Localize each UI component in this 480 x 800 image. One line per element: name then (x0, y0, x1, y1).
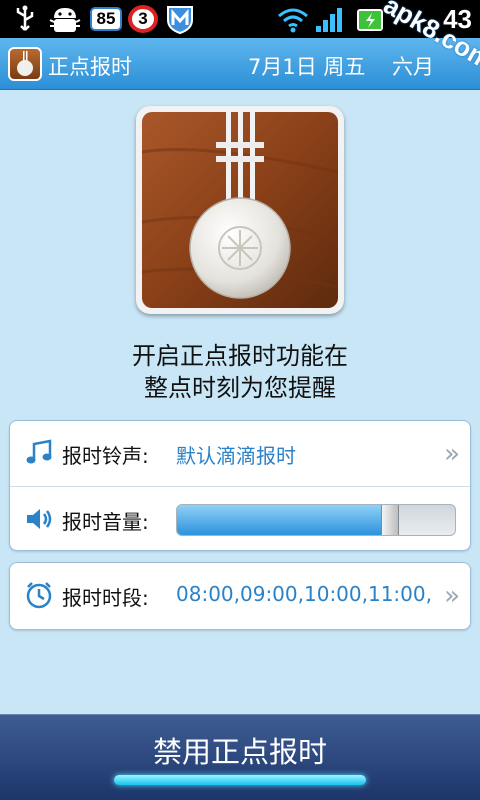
period-card: 报时时段: 08:00,09:00,10:00,11:00,... » (9, 562, 471, 630)
volume-label: 报时音量: (62, 510, 149, 534)
chevron-right-icon: » (444, 581, 460, 611)
date-text: 7月1日 周五 (248, 55, 366, 79)
period-row[interactable]: 报时时段: 08:00,09:00,10:00,11:00,... » (10, 563, 470, 628)
signal-icon (316, 8, 342, 32)
music-note-icon (26, 439, 52, 464)
app-badge: 85 (90, 7, 122, 31)
period-label: 报时时段: (62, 586, 149, 610)
bottom-bar: 禁用正点报时 (0, 714, 480, 800)
ringtone-value: 默认滴滴报时 (176, 444, 296, 468)
volume-row: 报时音量: (10, 486, 470, 551)
chevron-right-icon: » (444, 439, 460, 469)
pendulum-icon (142, 112, 338, 308)
description-line-2: 整点时刻为您提醒 (144, 374, 336, 402)
notification-badge: 3 (128, 5, 158, 33)
period-value: 08:00,09:00,10:00,11:00,... (176, 582, 432, 606)
usb-icon (16, 5, 34, 31)
ringtone-label: 报时铃声: (62, 444, 149, 468)
android-debug-icon (49, 8, 81, 32)
description-line-1: 开启正点报时功能在 (132, 342, 348, 370)
m-shield-icon (167, 6, 193, 34)
ringtone-row[interactable]: 报时铃声: 默认滴滴报时 » (10, 421, 470, 486)
pendulum-clock-illustration (136, 106, 344, 314)
volume-slider-fill (177, 505, 390, 535)
app-icon (8, 47, 42, 81)
disable-chime-button[interactable]: 禁用正点报时 (0, 715, 480, 800)
wifi-icon (278, 8, 308, 33)
feature-description: 开启正点报时功能在 整点时刻为您提醒 (0, 340, 480, 404)
app-title: 正点报时 (48, 55, 132, 79)
volume-slider-thumb[interactable] (381, 505, 399, 535)
clock-app-icon (17, 51, 33, 76)
button-glow (114, 775, 366, 785)
clock-icon (26, 582, 52, 609)
speaker-icon (27, 509, 52, 529)
settings-card: 报时铃声: 默认滴滴报时 » 报时音量: (9, 420, 471, 551)
wood-panel (142, 112, 338, 308)
volume-slider[interactable] (176, 504, 456, 536)
